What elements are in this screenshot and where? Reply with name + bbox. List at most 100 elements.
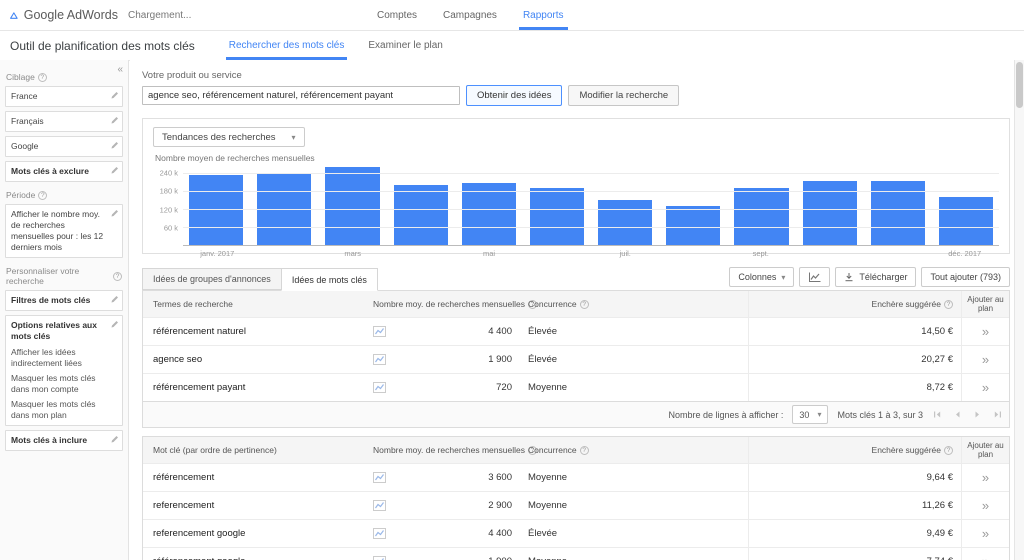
sidebar-item-negative-keywords[interactable]: Mots clés à exclure <box>5 161 123 183</box>
sidebar-item-label: Filtres de mots clés <box>11 295 91 306</box>
trend-icon[interactable] <box>373 500 386 511</box>
keyword-term-cell: referencement google <box>153 528 246 539</box>
help-icon[interactable]: ? <box>579 299 589 309</box>
last-page-icon[interactable] <box>992 410 1003 419</box>
add-to-plan-icon[interactable]: » <box>982 499 989 512</box>
tab-ad-group-ideas[interactable]: Idées de groupes d'annonces <box>142 268 282 290</box>
table2-body: référencement 3 600 Moyenne 9,64 € » ref… <box>143 463 1009 560</box>
col-bid-header[interactable]: Enchère suggérée ? <box>748 291 961 317</box>
nav-rapports[interactable]: Rapports <box>510 0 577 30</box>
option-hide-plan-keywords[interactable]: Masquer les mots clés dans mon plan <box>11 399 109 421</box>
chart-view-button[interactable] <box>799 267 831 287</box>
suggested-bid-cell: 20,27 € <box>748 346 961 373</box>
edit-icon[interactable] <box>111 91 119 99</box>
trends-dropdown[interactable]: Tendances des recherches ▾ <box>153 127 305 147</box>
keyword-row: référencement google 1 900 Moyenne 7,74 … <box>143 547 1009 560</box>
sidebar-item-location[interactable]: France <box>5 86 123 108</box>
add-to-plan-icon[interactable]: » <box>982 555 989 560</box>
keyword-term-cell: référencement payant <box>153 382 246 393</box>
main-content: Votre produit ou service Obtenir des idé… <box>130 60 1014 560</box>
add-to-plan-icon[interactable]: » <box>982 527 989 540</box>
get-ideas-button[interactable]: Obtenir des idées <box>466 85 563 106</box>
help-icon[interactable]: ? <box>38 190 48 200</box>
monthly-searches-cell: 720 <box>496 382 512 393</box>
columns-button[interactable]: Colonnes ▾ <box>729 267 795 287</box>
edit-icon[interactable] <box>111 141 119 149</box>
results-toolbar: Idées de groupes d'annonces Idées de mot… <box>142 264 1010 291</box>
adwords-logo[interactable]: Google AdWords <box>10 0 118 30</box>
chart-bar <box>393 185 448 245</box>
col-searches-header[interactable]: Nombre moy. de recherches mensuelles ? <box>365 437 537 463</box>
y-tick-label: 240 k <box>159 168 178 178</box>
chart-bar <box>666 206 721 245</box>
chart-bar <box>529 188 585 245</box>
chart-gridline <box>183 173 999 175</box>
chart-bar <box>734 188 789 245</box>
trend-icon[interactable] <box>373 326 386 337</box>
sidebar-item-label: Afficher le nombre moy. de recherches me… <box>11 209 104 253</box>
edit-icon[interactable] <box>111 166 119 174</box>
chevron-down-icon: ▾ <box>291 132 296 142</box>
next-page-icon[interactable] <box>972 410 983 419</box>
col-term-header: Mot clé (par ordre de pertinence) <box>143 437 365 463</box>
col-bid-header[interactable]: Enchère suggérée ? <box>748 437 961 463</box>
sidebar-item-keywords-to-include[interactable]: Mots clés à inclure <box>5 429 123 451</box>
x-tick-label: sept. <box>752 249 769 258</box>
trend-icon[interactable] <box>373 382 386 393</box>
nav-campagnes[interactable]: Campagnes <box>430 0 510 30</box>
edit-icon[interactable] <box>111 435 119 443</box>
help-icon[interactable]: ? <box>37 72 47 82</box>
monthly-searches-cell: 1 900 <box>488 354 512 365</box>
y-tick-label: 120 k <box>159 205 178 215</box>
keyword-row: référencement naturel 4 400 Élevée 14,50… <box>143 317 1009 345</box>
suggested-bid-cell: 7,74 € <box>748 548 961 560</box>
option-hide-account-keywords[interactable]: Masquer les mots clés dans mon compte <box>11 373 109 395</box>
col-searches-header[interactable]: Nombre moy. de recherches mensuelles ? <box>365 291 537 317</box>
trend-icon[interactable] <box>373 556 386 560</box>
vertical-scrollbar[interactable] <box>1014 60 1024 560</box>
edit-icon[interactable] <box>111 295 119 303</box>
add-all-button[interactable]: Tout ajouter (793) <box>921 267 1010 287</box>
sidebar-item-network[interactable]: Google <box>5 136 123 158</box>
search-row: Obtenir des idées Modifier la recherche <box>142 85 1010 106</box>
col-competition-header[interactable]: Concurrence ? <box>520 437 748 463</box>
keyword-term-cell: référencement <box>153 472 215 483</box>
sidebar-item-date-range[interactable]: Afficher le nombre moy. de recherches me… <box>5 204 123 259</box>
help-icon[interactable]: ? <box>113 271 122 281</box>
add-to-plan-icon[interactable]: » <box>982 381 989 394</box>
add-to-plan-icon[interactable]: » <box>982 325 989 338</box>
tab-examiner-plan[interactable]: Examiner le plan <box>356 31 454 60</box>
sidebar-item-keyword-filters[interactable]: Filtres de mots clés <box>5 290 123 312</box>
search-trends-card: Tendances des recherches ▾ Nombre moyen … <box>142 118 1010 258</box>
sidebar-section-ciblage: Ciblage ? <box>6 72 122 82</box>
add-to-plan-icon[interactable]: » <box>982 471 989 484</box>
download-button[interactable]: Télécharger <box>835 267 917 287</box>
tab-rechercher-mots-cles[interactable]: Rechercher des mots clés <box>217 31 357 60</box>
suggested-bid-cell: 9,49 € <box>748 520 961 547</box>
edit-icon[interactable] <box>111 116 119 124</box>
sidebar-item-keyword-options[interactable]: Options relatives aux mots clés Afficher… <box>5 315 123 426</box>
modify-search-button[interactable]: Modifier la recherche <box>568 85 680 106</box>
col-competition-header[interactable]: Concurrence ? <box>520 291 748 317</box>
add-to-plan-icon[interactable]: » <box>982 353 989 366</box>
download-button-label: Télécharger <box>859 272 908 282</box>
nav-comptes[interactable]: Comptes <box>364 0 430 30</box>
trend-icon[interactable] <box>373 528 386 539</box>
tab-keyword-ideas[interactable]: Idées de mots clés <box>280 268 378 291</box>
help-icon[interactable]: ? <box>579 445 589 455</box>
product-service-input[interactable] <box>142 86 460 105</box>
collapse-sidebar-icon[interactable]: « <box>117 65 123 75</box>
trend-icon[interactable] <box>373 354 386 365</box>
help-icon[interactable]: ? <box>944 445 953 455</box>
rows-per-page-select[interactable]: 30 ▾ <box>792 405 829 424</box>
first-page-icon[interactable] <box>932 410 943 419</box>
edit-icon[interactable] <box>111 209 119 217</box>
sidebar-item-language[interactable]: Français <box>5 111 123 133</box>
edit-icon[interactable] <box>111 320 119 328</box>
prev-page-icon[interactable] <box>952 410 963 419</box>
option-show-related-ideas[interactable]: Afficher les idées indirectement liées <box>11 347 109 369</box>
trend-icon[interactable] <box>373 472 386 483</box>
help-icon[interactable]: ? <box>944 299 953 309</box>
scrollbar-thumb[interactable] <box>1016 62 1023 108</box>
col-add-header: Ajouter au plan <box>961 437 1009 463</box>
